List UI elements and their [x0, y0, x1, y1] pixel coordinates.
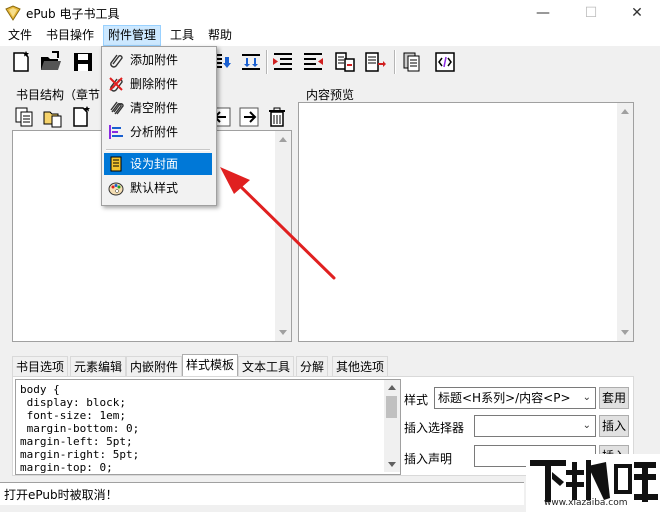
annotation-arrow-shaft	[234, 180, 336, 280]
annotation-arrow	[220, 167, 336, 280]
